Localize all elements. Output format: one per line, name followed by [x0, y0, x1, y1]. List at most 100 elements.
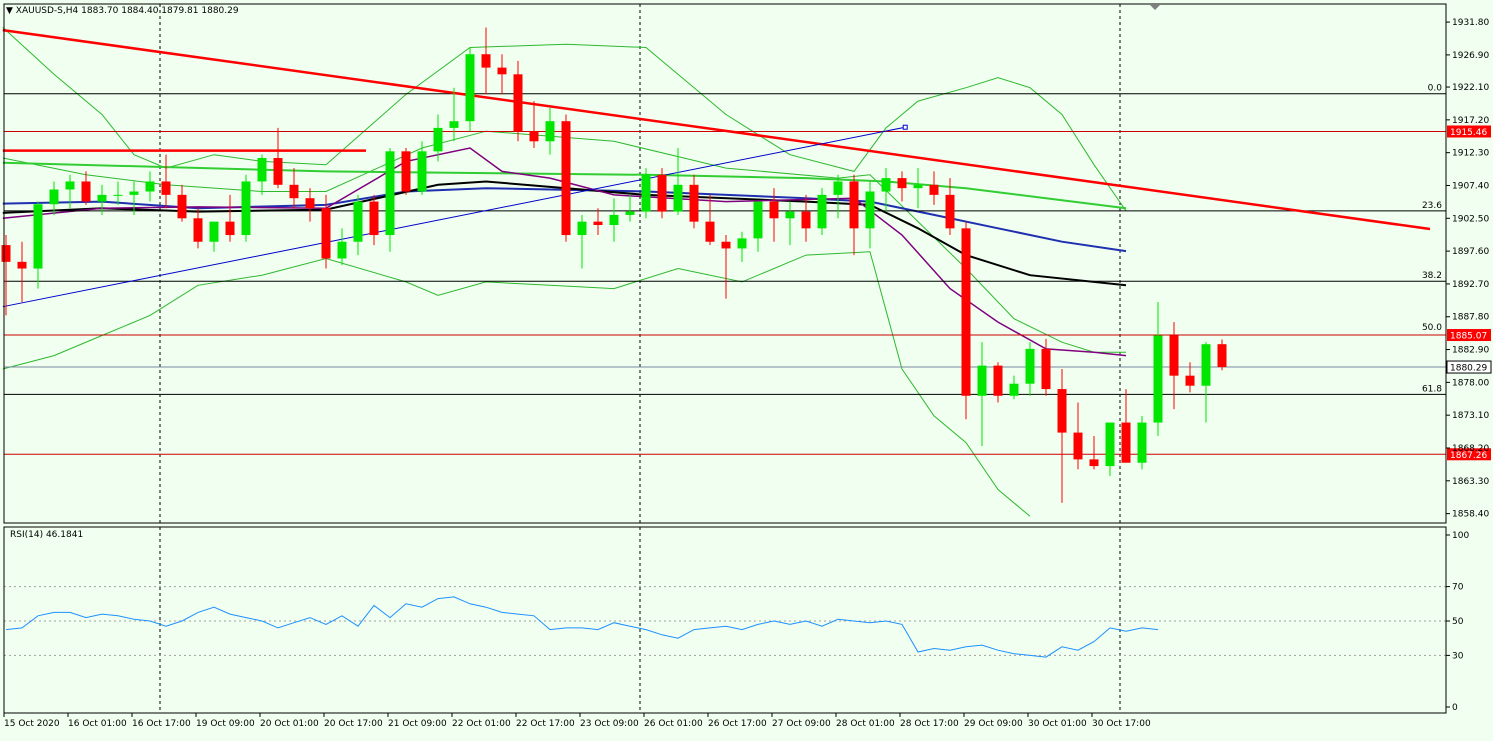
- rsi-header: RSI(14) 46.1841: [10, 530, 83, 540]
- candle-bear: [561, 121, 571, 236]
- candle-bull: [433, 127, 443, 152]
- price-tick-label: 1907.40: [1452, 181, 1489, 191]
- candle-bear: [897, 178, 907, 189]
- price-tick-label: 1892.70: [1452, 280, 1489, 290]
- candle-bear: [801, 211, 811, 229]
- candle-bull: [33, 204, 43, 269]
- candle-bear: [497, 67, 507, 75]
- candle-bull: [241, 181, 251, 236]
- candle-bull: [577, 221, 587, 236]
- time-tick-label: 28 Oct 01:00: [836, 719, 895, 729]
- candle-bear: [305, 198, 315, 209]
- rsi-tick-label: 70: [1452, 583, 1464, 593]
- candle-bear: [1057, 389, 1067, 433]
- candle-bear: [657, 174, 667, 212]
- time-tick-label: 20 Oct 01:00: [260, 719, 319, 729]
- candle-bear: [929, 184, 939, 195]
- candle-bear: [401, 151, 411, 192]
- candle-bull: [257, 158, 267, 182]
- chart-header: ▼ XAUUSD-S,H4 1883.70 1884.40 1879.81 18…: [6, 6, 239, 16]
- candle-bull: [977, 365, 987, 396]
- candle-bull: [753, 201, 763, 239]
- price-tick-label: 1863.30: [1452, 477, 1489, 487]
- candle-bear: [177, 194, 187, 219]
- candle-bull: [1105, 422, 1115, 467]
- candle-bear: [1041, 348, 1051, 390]
- candle-bear: [225, 221, 235, 236]
- candle-bear: [193, 218, 203, 242]
- time-tick-label: 22 Oct 17:00: [516, 719, 575, 729]
- candle-bull: [145, 181, 155, 192]
- fib-level-label: 0.0: [1428, 84, 1443, 94]
- candle-bull: [913, 184, 923, 189]
- time-tick-label: 27 Oct 09:00: [772, 719, 831, 729]
- candle-bull: [641, 174, 651, 212]
- price-tick-label: 1882.90: [1452, 346, 1489, 356]
- candle-bull: [673, 184, 683, 212]
- time-tick-label: 26 Oct 01:00: [644, 719, 703, 729]
- time-tick-label: 16 Oct 01:00: [68, 719, 127, 729]
- candle-bear: [769, 201, 779, 219]
- candle-bull: [337, 241, 347, 259]
- fib-level-label: 23.6: [1422, 201, 1442, 211]
- candle-bear: [321, 208, 331, 259]
- candle-bear: [1169, 335, 1179, 376]
- candle-bear: [81, 181, 91, 202]
- candle-bear: [961, 228, 971, 396]
- price-tick-label: 1873.10: [1452, 411, 1489, 421]
- candle-bull: [609, 214, 619, 225]
- candle-bull: [113, 194, 123, 196]
- candle-bull: [417, 151, 427, 192]
- candle-bull: [737, 238, 747, 249]
- candle-bear: [1073, 432, 1083, 460]
- candle-bear: [705, 221, 715, 242]
- candle-bull: [865, 191, 875, 229]
- candle-bear: [513, 74, 523, 132]
- candle-bull: [129, 191, 139, 195]
- price-tick-label: 1887.80: [1452, 313, 1489, 323]
- rsi-tick-label: 100: [1452, 531, 1469, 541]
- time-tick-label: 19 Oct 09:00: [196, 719, 255, 729]
- candle-bear: [289, 184, 299, 199]
- candle-bull: [1153, 335, 1163, 423]
- candle-bear: [369, 201, 379, 236]
- time-tick-label: 22 Oct 01:00: [452, 719, 511, 729]
- fib-level-label: 50.0: [1422, 323, 1442, 333]
- rsi-indicator-label: RSI(14) 46.1841: [10, 530, 84, 540]
- price-box-label: 1885.07: [1450, 332, 1487, 342]
- ohlc-values: 1883.70 1884.40 1879.81 1880.29: [81, 6, 239, 16]
- time-tick-label: 21 Oct 09:00: [388, 719, 447, 729]
- fib-level-label: 38.2: [1422, 271, 1442, 281]
- price-tick-label: 1897.60: [1452, 247, 1489, 257]
- candle-bull: [817, 194, 827, 229]
- price-tick-label: 1917.20: [1452, 116, 1489, 126]
- candle-bull: [785, 211, 795, 219]
- candle-bull: [65, 181, 75, 190]
- time-tick-label: 15 Oct 2020: [4, 719, 60, 729]
- header-dropdown-icon[interactable]: ▼: [6, 6, 13, 16]
- candle-bull: [1025, 348, 1035, 384]
- symbol-label: XAUUSD-S,H4: [15, 6, 79, 16]
- candle-bear: [1185, 375, 1195, 386]
- chart-background: [0, 0, 1493, 737]
- time-tick-label: 16 Oct 17:00: [132, 719, 191, 729]
- price-box-label: 1915.46: [1450, 128, 1487, 138]
- chart-canvas[interactable]: 0.023.638.261.850.0 1915.461885.071867.2…: [0, 0, 1493, 737]
- time-tick-label: 26 Oct 17:00: [708, 719, 767, 729]
- candle-bull: [625, 211, 635, 215]
- rsi-tick-label: 30: [1452, 651, 1464, 661]
- price-tick-label: 1902.50: [1452, 214, 1489, 224]
- candle-bull: [209, 221, 219, 242]
- price-tick-label: 1858.40: [1452, 510, 1489, 520]
- price-tick-label: 1912.30: [1452, 149, 1489, 159]
- candle-bear: [529, 131, 539, 142]
- time-tick-label: 29 Oct 09:00: [964, 719, 1023, 729]
- candle-bear: [849, 181, 859, 229]
- fib-level-label: 61.8: [1422, 384, 1442, 394]
- candle-bull: [881, 178, 891, 192]
- candle-bull: [49, 189, 59, 205]
- time-tick-label: 30 Oct 01:00: [1028, 719, 1087, 729]
- candle-bull: [545, 121, 555, 142]
- price-tick-label: 1926.90: [1452, 51, 1489, 61]
- trendline-anchor-handle[interactable]: [902, 124, 908, 130]
